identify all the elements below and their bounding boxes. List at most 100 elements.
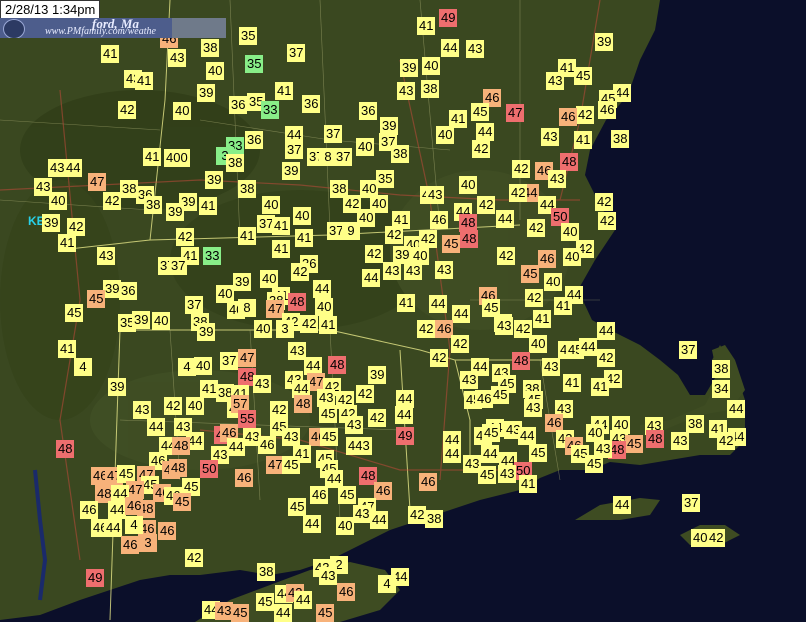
temperature-reading: 400 bbox=[164, 149, 190, 167]
temperature-reading: 42 bbox=[497, 247, 516, 265]
temperature-reading: 43 bbox=[383, 262, 402, 280]
temperature-reading: 44 bbox=[496, 210, 515, 228]
temperature-reading: 40 bbox=[152, 312, 171, 330]
temperature-reading: 40 bbox=[254, 320, 273, 338]
temperature-reading: 43 bbox=[498, 465, 517, 483]
temperature-reading: 45 bbox=[87, 290, 106, 308]
temperature-reading: 41 bbox=[519, 475, 538, 493]
temperature-reading: 42 bbox=[707, 529, 726, 547]
logo-url: www.PMfamily.com/weathe bbox=[45, 26, 156, 37]
temperature-reading: 42 bbox=[270, 401, 289, 419]
temperature-reading: 38 bbox=[257, 563, 276, 581]
temperature-reading: 44 bbox=[481, 445, 500, 463]
temperature-reading: 46 bbox=[158, 522, 177, 540]
temperature-reading: 40 bbox=[293, 207, 312, 225]
temperature-reading: 39 bbox=[282, 162, 301, 180]
temperature-reading: 43 bbox=[548, 170, 567, 188]
temperature-reading: 39 bbox=[108, 378, 127, 396]
temperature-reading: 46 bbox=[310, 486, 329, 504]
temperature-reading: 42 bbox=[417, 320, 436, 338]
temperature-reading: 44 bbox=[441, 39, 460, 57]
temperature-reading: 46 bbox=[598, 101, 617, 119]
temperature-reading: 36 bbox=[302, 95, 321, 113]
temperature-reading: 44 bbox=[108, 501, 127, 519]
temperature-reading: 46 bbox=[374, 482, 393, 500]
temperature-reading: 39 bbox=[132, 311, 151, 329]
temperature-reading: 38 bbox=[421, 80, 440, 98]
temperature-reading: 44 bbox=[597, 322, 616, 340]
temperature-reading: 38 bbox=[144, 196, 163, 214]
temperature-reading: 44 bbox=[579, 338, 598, 356]
temperature-reading: 40 bbox=[436, 126, 455, 144]
temperature-reading: 41 bbox=[319, 316, 338, 334]
temperature-reading: 41 bbox=[135, 72, 154, 90]
temperature-reading: 38 bbox=[226, 154, 245, 172]
temperature-reading: 41 bbox=[275, 82, 294, 100]
temperature-reading: 41 bbox=[397, 294, 416, 312]
temperature-reading: 42 bbox=[527, 219, 546, 237]
temperature-reading: 41 bbox=[295, 229, 314, 247]
temperature-reading: 43 bbox=[133, 401, 152, 419]
temperature-reading: 34 bbox=[712, 380, 731, 398]
temperature-reading: 43 bbox=[460, 371, 479, 389]
temperature-reading: 42 bbox=[185, 549, 204, 567]
temperature-reading: 42 bbox=[300, 315, 319, 333]
temperature-reading: 44 bbox=[313, 280, 332, 298]
temperature-reading: 37 bbox=[334, 148, 353, 166]
temperature-reading: 44 bbox=[362, 269, 381, 287]
temperature-reading: 44 bbox=[476, 123, 495, 141]
temperature-reading: 37 bbox=[220, 352, 239, 370]
temperature-reading: 41 bbox=[101, 45, 120, 63]
temperature-reading: 41 bbox=[533, 310, 552, 328]
temperature-reading: 45 bbox=[478, 466, 497, 484]
temperature-reading: 45 bbox=[231, 604, 250, 622]
temperature-reading: 36 bbox=[245, 131, 264, 149]
temperature-reading: 40 bbox=[173, 102, 192, 120]
temperature-reading: 43 bbox=[345, 416, 364, 434]
temperature-reading: 39 bbox=[42, 214, 61, 232]
temperature-reading: 38 bbox=[201, 39, 220, 57]
temperature-reading: 43 bbox=[353, 505, 372, 523]
temperature-reading: 39 bbox=[368, 366, 387, 384]
temperature-reading: 41 bbox=[591, 378, 610, 396]
temperature-reading: 40 bbox=[356, 138, 375, 156]
temperature-reading: 40 bbox=[315, 298, 334, 316]
temperature-reading: 45 bbox=[585, 455, 604, 473]
temperature-reading: 48 bbox=[560, 153, 579, 171]
temperature-reading: 37 bbox=[679, 341, 698, 359]
temperature-reading: 40 bbox=[459, 176, 478, 194]
temperature-reading: 40 bbox=[529, 335, 548, 353]
temperature-reading: 37 bbox=[682, 494, 701, 512]
temperature-reading: 42 bbox=[419, 230, 438, 248]
site-logo-banner[interactable]: ford, Ma www.PMfamily.com/weathe bbox=[0, 18, 226, 38]
temperature-reading: 43 bbox=[319, 567, 338, 585]
temperature-reading: 46 bbox=[121, 536, 140, 554]
temperature-reading: 40 bbox=[186, 397, 205, 415]
temperature-reading: 43 bbox=[404, 262, 423, 280]
temperature-reading: 36 bbox=[359, 102, 378, 120]
temperature-reading: 50 bbox=[200, 460, 219, 478]
temperature-reading: 41 bbox=[58, 340, 77, 358]
temperature-reading: 45 bbox=[471, 103, 490, 121]
temperature-reading: 46 bbox=[475, 390, 494, 408]
temperature-reading: 43 bbox=[282, 428, 301, 446]
temperature-reading: 42 bbox=[451, 335, 470, 353]
temperature-reading: 42 bbox=[509, 184, 528, 202]
temperature-reading: 4 bbox=[74, 358, 92, 376]
temperature-reading: 45 bbox=[173, 493, 192, 511]
temperature-reading: 45 bbox=[338, 486, 357, 504]
temperature-reading: 44 bbox=[443, 445, 462, 463]
temperature-reading: 55 bbox=[238, 410, 257, 428]
temperature-reading: 41 bbox=[272, 217, 291, 235]
temperature-reading: 45 bbox=[574, 67, 593, 85]
temperature-reading: 42 bbox=[176, 228, 195, 246]
temperature-reading: 44 bbox=[303, 515, 322, 533]
temperature-reading: 42 bbox=[525, 289, 544, 307]
temperature-reading: 38 bbox=[391, 145, 410, 163]
temperature-reading: 43 bbox=[466, 40, 485, 58]
temperature-reading: 42 bbox=[356, 385, 375, 403]
temperature-reading: 44 bbox=[613, 496, 632, 514]
temperature-reading: 44 bbox=[395, 406, 414, 424]
temperature-reading: 42 bbox=[291, 263, 310, 281]
temperature-reading: 47 bbox=[506, 104, 525, 122]
